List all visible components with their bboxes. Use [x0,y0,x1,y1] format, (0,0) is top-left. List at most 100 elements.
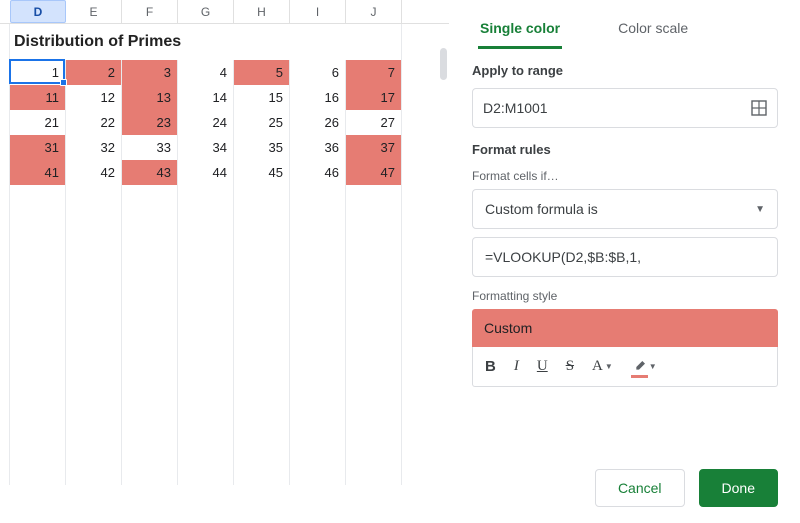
vertical-scrollbar[interactable] [440,48,447,80]
cell[interactable] [346,210,402,235]
cell[interactable]: 26 [290,110,346,135]
cell[interactable] [178,435,234,460]
cell[interactable]: 21 [10,110,66,135]
col-header-E[interactable]: E [66,0,122,23]
cell[interactable] [346,360,402,385]
cell[interactable] [66,460,122,485]
cell[interactable]: 22 [66,110,122,135]
cell[interactable] [66,210,122,235]
tab-color-scale[interactable]: Color scale [616,12,690,49]
cell[interactable] [234,410,290,435]
style-preview[interactable]: Custom [472,309,778,347]
cell[interactable] [66,435,122,460]
cell[interactable] [66,385,122,410]
cell[interactable]: 7 [346,60,402,85]
cell[interactable]: 42 [66,160,122,185]
title-cell[interactable]: Distribution of Primes [10,24,402,60]
cell[interactable] [66,235,122,260]
cell[interactable] [234,335,290,360]
cell[interactable] [122,260,178,285]
cell[interactable]: 43 [122,160,178,185]
cell[interactable] [66,185,122,210]
col-header-F[interactable]: F [122,0,178,23]
cell[interactable] [346,285,402,310]
cell[interactable]: 17 [346,85,402,110]
cell[interactable]: 44 [178,160,234,185]
cell[interactable] [66,360,122,385]
cell[interactable] [122,460,178,485]
cell[interactable] [290,185,346,210]
cell[interactable]: 12 [66,85,122,110]
cell[interactable] [178,460,234,485]
cell[interactable]: 37 [346,135,402,160]
cell[interactable] [122,310,178,335]
cell[interactable] [122,435,178,460]
formula-input[interactable]: =VLOOKUP(D2,$B:$B,1, [472,237,778,277]
cell[interactable] [234,360,290,385]
condition-select[interactable]: Custom formula is ▼ [472,189,778,229]
cell[interactable] [10,185,66,210]
cell[interactable]: 23 [122,110,178,135]
cell[interactable]: 41 [10,160,66,185]
cell[interactable] [234,310,290,335]
cell[interactable] [234,285,290,310]
cell[interactable] [178,235,234,260]
cell[interactable] [346,310,402,335]
col-header-D[interactable]: D [10,0,66,23]
cell[interactable] [290,210,346,235]
cell[interactable]: 3 [122,60,178,85]
strike-button[interactable]: S [566,358,574,375]
cell[interactable] [346,385,402,410]
cell[interactable] [10,235,66,260]
cell[interactable]: 27 [346,110,402,135]
cell[interactable] [122,360,178,385]
cell[interactable] [234,260,290,285]
cell[interactable] [66,310,122,335]
cell[interactable]: 46 [290,160,346,185]
cell[interactable] [178,210,234,235]
cell[interactable] [10,310,66,335]
done-button[interactable]: Done [699,469,778,507]
cell[interactable]: 32 [66,135,122,160]
cell[interactable] [10,210,66,235]
cells-area[interactable]: Distribution of Primes123456711121314151… [0,24,449,485]
cell[interactable] [178,185,234,210]
cell[interactable] [290,360,346,385]
italic-button[interactable]: I [514,358,519,375]
cell[interactable] [178,285,234,310]
range-input[interactable]: D2:M1001 [472,88,778,128]
cell[interactable] [346,235,402,260]
col-header-G[interactable]: G [178,0,234,23]
cell[interactable] [10,435,66,460]
cell[interactable]: 1 [10,60,66,85]
bold-button[interactable]: B [485,358,496,375]
cell[interactable] [122,285,178,310]
cell[interactable] [178,335,234,360]
col-header-J[interactable]: J [346,0,402,23]
cell[interactable] [290,435,346,460]
cell[interactable]: 11 [10,85,66,110]
cell[interactable] [10,360,66,385]
cell[interactable] [66,335,122,360]
cell[interactable] [346,435,402,460]
cell[interactable]: 36 [290,135,346,160]
fill-color-button[interactable]: ▼ [631,359,657,375]
cell[interactable]: 4 [178,60,234,85]
cell[interactable] [234,235,290,260]
cell[interactable]: 2 [66,60,122,85]
cell[interactable]: 31 [10,135,66,160]
cell[interactable] [10,460,66,485]
cell[interactable]: 16 [290,85,346,110]
cell[interactable] [122,235,178,260]
cell[interactable] [290,310,346,335]
cell[interactable]: 33 [122,135,178,160]
underline-button[interactable]: U [537,358,548,375]
cell[interactable] [10,285,66,310]
col-header-I[interactable]: I [290,0,346,23]
cell[interactable]: 15 [234,85,290,110]
cell[interactable] [10,335,66,360]
cell[interactable]: 47 [346,160,402,185]
cell[interactable] [346,460,402,485]
cell[interactable] [290,385,346,410]
cell[interactable] [122,385,178,410]
